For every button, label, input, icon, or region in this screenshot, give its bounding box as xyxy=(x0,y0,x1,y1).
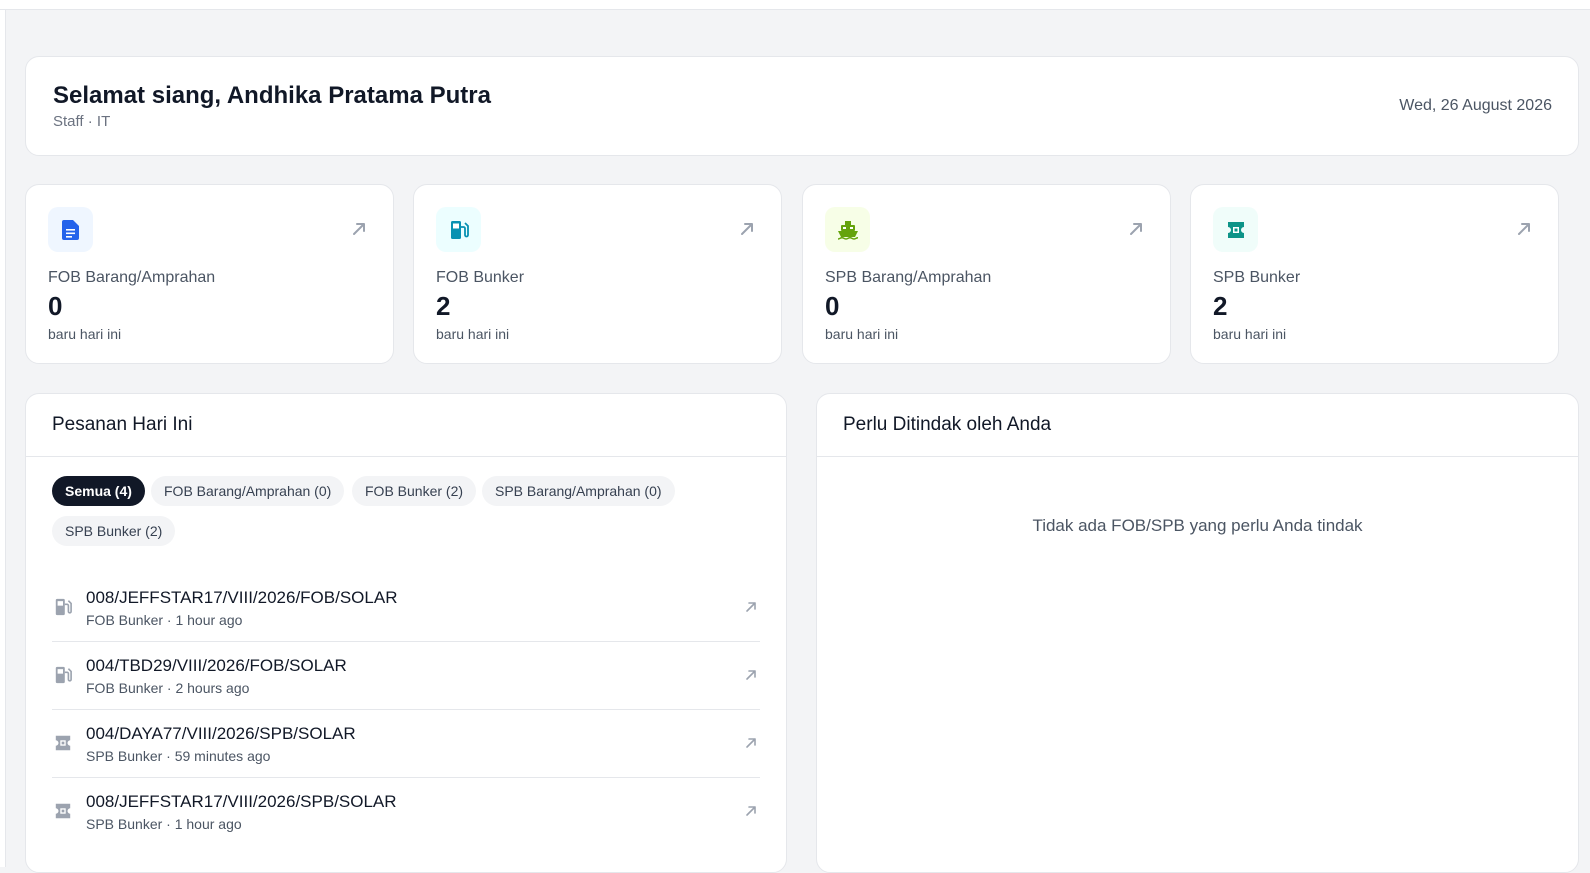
action-panel-header: Perlu Ditindak oleh Anda xyxy=(817,394,1578,457)
fuel-pump-icon xyxy=(436,207,481,252)
order-number: 008/JEFFSTAR17/VIII/2026/SPB/SOLAR xyxy=(86,792,397,811)
stat-label: FOB Bunker xyxy=(436,269,525,286)
stat-value: 0 xyxy=(825,291,840,321)
sidebar-edge xyxy=(0,10,6,867)
stat-card-fob-bunker[interactable]: FOB Bunker 2 baru hari ini xyxy=(413,184,782,364)
order-row[interactable]: 004/DAYA77/VIII/2026/SPB/SOLAR SPB Bunke… xyxy=(52,710,760,778)
orders-panel: Pesanan Hari Ini Semua (4) FOB Barang/Am… xyxy=(25,393,787,873)
document-icon xyxy=(48,207,93,252)
stat-card-spb-barang[interactable]: SPB Barang/Amprahan 0 baru hari ini xyxy=(802,184,1171,364)
stat-value: 2 xyxy=(1213,291,1228,321)
arrow-up-right-icon[interactable] xyxy=(744,736,758,750)
filter-chip-fob-barang[interactable]: FOB Barang/Amprahan (0) xyxy=(151,476,345,506)
filter-chip-fob-bunker[interactable]: FOB Bunker (2) xyxy=(352,476,477,506)
order-row[interactable]: 008/JEFFSTAR17/VIII/2026/SPB/SOLAR SPB B… xyxy=(52,778,760,846)
arrow-up-right-icon[interactable] xyxy=(1126,219,1146,239)
greeting-title: Selamat siang, Andhika Pratama Putra xyxy=(53,82,491,109)
stat-card-fob-barang[interactable]: FOB Barang/Amprahan 0 baru hari ini xyxy=(25,184,394,364)
fuel-pump-icon xyxy=(55,598,72,616)
user-role: Staff · IT xyxy=(53,113,111,130)
stat-value: 2 xyxy=(436,291,451,321)
greeting-card: Selamat siang, Andhika Pratama Putra Sta… xyxy=(25,56,1579,156)
order-row[interactable]: 008/JEFFSTAR17/VIII/2026/FOB/SOLAR FOB B… xyxy=(52,574,760,642)
orders-panel-header: Pesanan Hari Ini xyxy=(26,394,786,457)
stat-caption: baru hari ini xyxy=(436,326,510,342)
order-number: 004/DAYA77/VIII/2026/SPB/SOLAR xyxy=(86,724,356,743)
action-required-panel: Perlu Ditindak oleh Anda Tidak ada FOB/S… xyxy=(816,393,1579,873)
current-date: Wed, 26 August 2026 xyxy=(1399,97,1552,114)
ticket-icon xyxy=(55,735,71,751)
filter-chip-spb-barang[interactable]: SPB Barang/Amprahan (0) xyxy=(482,476,675,506)
stat-value: 0 xyxy=(48,291,63,321)
order-number: 008/JEFFSTAR17/VIII/2026/FOB/SOLAR xyxy=(86,588,398,607)
action-panel-title: Perlu Ditindak oleh Anda xyxy=(843,414,1052,435)
empty-state-message: Tidak ada FOB/SPB yang perlu Anda tindak xyxy=(1032,516,1363,535)
top-bar xyxy=(0,0,1590,10)
stat-label: SPB Bunker xyxy=(1213,269,1301,286)
stat-label: FOB Barang/Amprahan xyxy=(48,269,216,286)
order-meta: SPB Bunker · 1 hour ago xyxy=(86,816,242,832)
stat-label: SPB Barang/Amprahan xyxy=(825,269,992,286)
order-meta: FOB Bunker · 1 hour ago xyxy=(86,612,243,628)
arrow-up-right-icon[interactable] xyxy=(744,804,758,818)
stat-caption: baru hari ini xyxy=(48,326,122,342)
order-row[interactable]: 004/TBD29/VIII/2026/FOB/SOLAR FOB Bunker… xyxy=(52,642,760,710)
ticket-icon xyxy=(1213,207,1258,252)
order-number: 004/TBD29/VIII/2026/FOB/SOLAR xyxy=(86,656,347,675)
arrow-up-right-icon[interactable] xyxy=(744,600,758,614)
stat-caption: baru hari ini xyxy=(825,326,899,342)
arrow-up-right-icon[interactable] xyxy=(349,219,369,239)
arrow-up-right-icon[interactable] xyxy=(737,219,757,239)
ship-icon xyxy=(825,207,870,252)
filter-chip-spb-bunker[interactable]: SPB Bunker (2) xyxy=(52,516,176,546)
stat-card-spb-bunker[interactable]: SPB Bunker 2 baru hari ini xyxy=(1190,184,1559,364)
orders-panel-title: Pesanan Hari Ini xyxy=(52,414,193,435)
ticket-icon xyxy=(55,803,71,819)
fuel-pump-icon xyxy=(55,666,72,684)
order-meta: SPB Bunker · 59 minutes ago xyxy=(86,748,271,764)
arrow-up-right-icon[interactable] xyxy=(1514,219,1534,239)
arrow-up-right-icon[interactable] xyxy=(744,668,758,682)
stat-caption: baru hari ini xyxy=(1213,326,1287,342)
order-meta: FOB Bunker · 2 hours ago xyxy=(86,680,250,696)
filter-chip-all[interactable]: Semua (4) xyxy=(52,476,145,506)
